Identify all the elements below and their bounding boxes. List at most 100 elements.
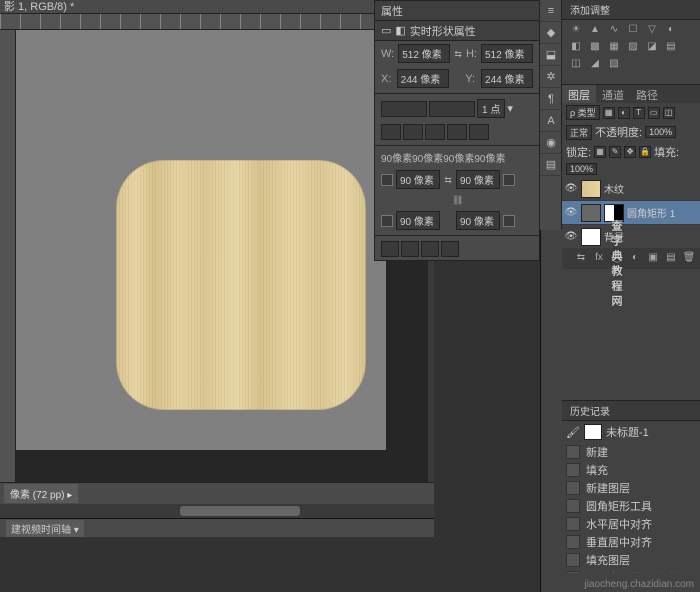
strip-icon-3[interactable]: ⬓ [540,44,562,66]
history-item[interactable]: 垂直居中对齐 [562,533,700,551]
adj-exposure-icon[interactable]: ☐ [625,24,641,38]
trash-icon[interactable]: 🗑 [682,252,696,266]
lock-pixel-icon[interactable]: ✎ [609,146,621,158]
lock-trans-icon[interactable]: ▦ [594,146,606,158]
filter-type-icon[interactable]: T [633,107,645,119]
filter-pixel-icon[interactable]: ▦ [603,107,615,119]
corner-bl-field[interactable]: 90 像素 [396,211,440,230]
link-layers-icon[interactable]: ⇆ [574,252,588,266]
strip-icon-2[interactable]: ◆ [540,22,562,44]
history-item[interactable]: 置入嵌入的智能对象 [562,569,700,573]
lock-all-icon[interactable]: 🔒 [639,146,651,158]
corner-br-field[interactable]: 90 像素 [456,211,500,230]
filter-smart-icon[interactable]: ◫ [663,107,675,119]
layer-row-wood[interactable]: 👁 木纹 [562,177,700,201]
tab-layers[interactable]: 图层 [562,85,596,103]
adj-invert-icon[interactable]: ◪ [644,41,660,55]
zoom-info[interactable]: 像素 (72 pp) ▸ [4,484,78,503]
new-layer-icon[interactable]: ▤ [664,252,678,266]
rounded-rectangle-shape[interactable] [116,160,366,410]
stroke-align-button[interactable] [403,124,423,140]
filter-shape-icon[interactable]: ▭ [648,107,660,119]
x-field[interactable]: 244 像素 [397,69,449,88]
adj-vibrance-icon[interactable]: ▽ [644,24,660,38]
layer-row-rounded-rect[interactable]: 👁 圆角矩形 1 [562,201,700,225]
canvas-area[interactable] [16,30,434,482]
fill-field[interactable]: 100% [566,163,597,175]
adj-select-icon[interactable]: ▧ [606,58,622,72]
link-corners-icon[interactable]: ⇆ [443,175,453,185]
corner-tr-field[interactable]: 90 像素 [456,170,500,189]
lock-pos-icon[interactable]: ✥ [624,146,636,158]
path-op-1[interactable] [381,241,399,257]
layer-filter-kind[interactable]: ρ 类型 [566,105,600,120]
height-field[interactable]: 512 像素 [481,44,533,63]
tab-channels[interactable]: 通道 [596,85,630,103]
strip-icon-1[interactable]: ≡ [540,0,562,22]
adj-photo-icon[interactable]: ▩ [587,41,603,55]
strip-icon-4[interactable]: ✲ [540,66,562,88]
ruler-vertical[interactable] [0,30,16,510]
adj-levels-icon[interactable]: ▲ [587,24,603,38]
blend-mode-select[interactable]: 正常 [566,125,592,140]
stroke-dropdown-icon[interactable]: ▾ [507,102,513,115]
filter-adjust-icon[interactable]: ◐ [618,107,630,119]
adj-brightness-icon[interactable]: ☀ [568,24,584,38]
width-field[interactable]: 512 像素 [398,44,450,63]
y-field[interactable]: 244 像素 [481,69,533,88]
strip-icon-8[interactable]: ▤ [540,154,562,176]
corner-bl-check[interactable] [381,215,393,227]
adj-grad-icon[interactable]: ◢ [587,58,603,72]
adj-bw-icon[interactable]: ◧ [568,41,584,55]
history-item[interactable]: 填充图层 [562,551,700,569]
history-item[interactable]: 圆角矩形工具 [562,497,700,515]
adj-curves-icon[interactable]: ∿ [606,24,622,38]
tab-paths[interactable]: 路径 [630,85,664,103]
layer-name[interactable]: 圆角矩形 1 [627,205,675,220]
corner-tr-check[interactable] [503,174,515,186]
visibility-icon[interactable]: 👁 [564,183,578,194]
scrollbar-thumb[interactable] [180,506,300,516]
adj-poster-icon[interactable]: ▤ [663,41,679,55]
adj-thresh-icon[interactable]: ◫ [568,58,584,72]
layer-thumb[interactable] [581,228,601,246]
path-op-2[interactable] [401,241,419,257]
adj-lookup-icon[interactable]: ▨ [625,41,641,55]
corner-tl-check[interactable] [381,174,393,186]
stroke-caps-button[interactable] [425,124,445,140]
history-doc-name[interactable]: 未标题-1 [606,424,649,440]
canvas-scrollbar-horizontal[interactable] [0,504,434,518]
history-brush-icon[interactable]: 🖌 [566,426,580,439]
layer-thumb[interactable] [581,180,601,198]
adj-mixer-icon[interactable]: ▦ [606,41,622,55]
layer-name[interactable]: 木纹 [604,181,624,196]
stroke-style-solid[interactable] [381,124,401,140]
layer-mask-thumb[interactable] [604,204,624,222]
link-vert-icon[interactable]: ⛓ [452,195,462,205]
history-item[interactable]: 新建图层 [562,479,700,497]
layer-thumb[interactable] [581,204,601,222]
history-snapshot-thumb[interactable] [584,424,602,440]
visibility-icon[interactable]: 👁 [564,207,578,218]
opacity-field[interactable]: 100% [645,126,676,138]
group-icon[interactable]: ▣ [646,252,660,266]
strip-icon-5[interactable]: ¶ [540,88,562,110]
layer-row-background[interactable]: 👁 背景 [562,225,700,249]
ruler-horizontal[interactable] [0,14,434,30]
path-op-4[interactable] [441,241,459,257]
stroke-width-field[interactable]: 1 点 [477,99,505,118]
stroke-more-button[interactable] [469,124,489,140]
path-op-3[interactable] [421,241,439,257]
fill-swatch[interactable] [381,101,427,117]
adj-hue-icon[interactable]: ◐ [663,24,679,38]
visibility-icon[interactable]: 👁 [564,231,578,242]
history-item[interactable]: 新建 [562,443,700,461]
history-item[interactable]: 水平居中对齐 [562,515,700,533]
corner-br-check[interactable] [503,215,515,227]
stroke-corners-button[interactable] [447,124,467,140]
corner-tl-field[interactable]: 90 像素 [396,170,440,189]
strip-icon-7[interactable]: ◉ [540,132,562,154]
history-item[interactable]: 填充 [562,461,700,479]
stroke-swatch[interactable] [429,101,475,117]
create-video-timeline-button[interactable]: 建视频时间轴 ▾ [6,520,84,537]
